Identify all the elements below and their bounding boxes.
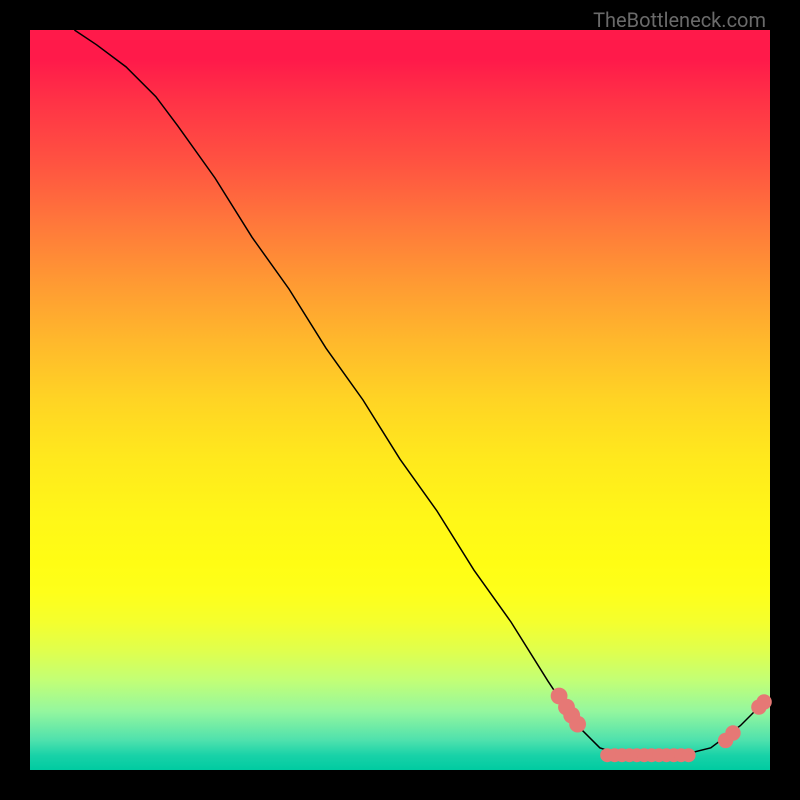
- plot-area: [30, 30, 770, 770]
- watermark-text: TheBottleneck.com: [593, 8, 766, 32]
- curve-line: [74, 30, 762, 755]
- data-point: [682, 748, 696, 762]
- data-point: [569, 716, 586, 733]
- chart-overlay: [30, 30, 770, 770]
- data-point: [756, 694, 771, 709]
- data-points: [551, 688, 772, 763]
- chart-container: TheBottleneck.com: [0, 0, 800, 800]
- data-point: [725, 725, 740, 740]
